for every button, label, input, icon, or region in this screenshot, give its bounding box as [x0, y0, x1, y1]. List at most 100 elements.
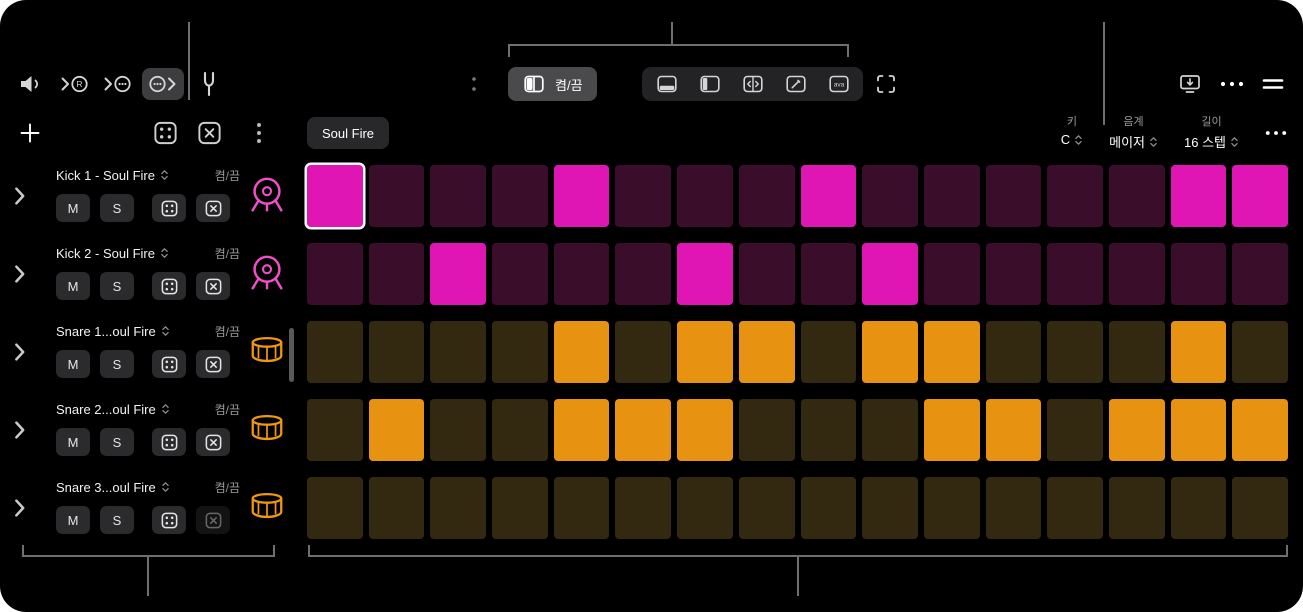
step-cell-6[interactable] — [615, 243, 671, 305]
clear-row-button[interactable] — [196, 506, 230, 534]
randomize-row-button[interactable] — [152, 506, 186, 534]
step-cell-11[interactable] — [924, 165, 980, 227]
randomize-all-button[interactable] — [152, 120, 179, 147]
randomize-row-button[interactable] — [152, 272, 186, 300]
mute-button[interactable]: M — [56, 272, 90, 300]
step-cell-3[interactable] — [430, 321, 486, 383]
step-cell-6[interactable] — [615, 477, 671, 539]
step-cell-8[interactable] — [739, 399, 795, 461]
step-cell-1[interactable] — [307, 165, 363, 227]
step-cell-16[interactable] — [1232, 399, 1288, 461]
step-cell-4[interactable] — [492, 399, 548, 461]
step-cell-2[interactable] — [369, 399, 425, 461]
step-cell-12[interactable] — [986, 399, 1042, 461]
step-cell-6[interactable] — [615, 321, 671, 383]
scrollbar-thumb[interactable] — [289, 328, 294, 382]
step-cell-3[interactable] — [430, 243, 486, 305]
step-cell-9[interactable] — [801, 321, 857, 383]
step-cell-8[interactable] — [739, 321, 795, 383]
edit-button[interactable] — [774, 67, 817, 101]
step-cell-10[interactable] — [862, 321, 918, 383]
step-cell-15[interactable] — [1171, 477, 1227, 539]
step-cell-13[interactable] — [1047, 321, 1103, 383]
step-cell-15[interactable] — [1171, 165, 1227, 227]
step-cell-3[interactable] — [430, 477, 486, 539]
step-cell-16[interactable] — [1232, 243, 1288, 305]
input-cycle-button[interactable] — [101, 72, 133, 96]
row-onoff-label[interactable]: 켬/끔 — [215, 401, 240, 418]
track-name[interactable]: Snare 1...oul Fire — [56, 324, 156, 339]
step-cell-7[interactable] — [677, 399, 733, 461]
step-cell-10[interactable] — [862, 477, 918, 539]
mute-button[interactable]: M — [56, 506, 90, 534]
row-onoff-label[interactable]: 켬/끔 — [215, 245, 240, 262]
step-cell-1[interactable] — [307, 399, 363, 461]
step-cell-11[interactable] — [924, 477, 980, 539]
mute-button[interactable]: M — [56, 428, 90, 456]
step-cell-10[interactable] — [862, 243, 918, 305]
step-cell-7[interactable] — [677, 321, 733, 383]
step-cell-12[interactable] — [986, 477, 1042, 539]
disclosure-chevron-icon[interactable] — [13, 342, 26, 363]
step-cell-6[interactable] — [615, 399, 671, 461]
left-panel-button[interactable] — [688, 67, 731, 101]
resize-panels-button[interactable] — [731, 67, 774, 101]
disclosure-chevron-icon[interactable] — [13, 498, 26, 519]
display-output-button[interactable] — [1178, 72, 1202, 96]
toolbar-more-button[interactable] — [1220, 81, 1244, 87]
clear-row-button[interactable] — [196, 194, 230, 222]
step-cell-12[interactable] — [986, 165, 1042, 227]
clear-row-button[interactable] — [196, 350, 230, 378]
disclosure-chevron-icon[interactable] — [13, 420, 26, 441]
length-setting[interactable]: 길이 16 스텝 — [1184, 113, 1239, 151]
step-cell-13[interactable] — [1047, 477, 1103, 539]
key-setting[interactable]: 키 C — [1061, 113, 1083, 147]
record-cycle-button[interactable]: R — [58, 72, 90, 96]
solo-button[interactable]: S — [100, 194, 134, 222]
step-cell-4[interactable] — [492, 321, 548, 383]
mute-button[interactable]: M — [56, 350, 90, 378]
step-cell-1[interactable] — [307, 321, 363, 383]
step-cell-12[interactable] — [986, 243, 1042, 305]
step-cell-12[interactable] — [986, 321, 1042, 383]
track-name[interactable]: Kick 2 - Soul Fire — [56, 246, 155, 261]
solo-button[interactable]: S — [100, 428, 134, 456]
solo-button[interactable]: S — [100, 272, 134, 300]
clear-all-button[interactable] — [196, 120, 223, 147]
step-cell-9[interactable] — [801, 399, 857, 461]
add-row-button[interactable] — [18, 121, 42, 145]
toolbar-separator-handle[interactable] — [471, 74, 477, 94]
step-cell-2[interactable] — [369, 165, 425, 227]
step-cell-7[interactable] — [677, 243, 733, 305]
marquee-button[interactable] — [874, 72, 898, 96]
step-cell-13[interactable] — [1047, 243, 1103, 305]
step-cell-4[interactable] — [492, 243, 548, 305]
step-cell-15[interactable] — [1171, 243, 1227, 305]
step-cell-5[interactable] — [554, 399, 610, 461]
solo-button[interactable]: S — [100, 506, 134, 534]
pattern-name-button[interactable]: Soul Fire — [307, 117, 389, 149]
ava-view-button[interactable]: ava — [817, 67, 860, 101]
clear-row-button[interactable] — [196, 272, 230, 300]
step-cell-4[interactable] — [492, 165, 548, 227]
pattern-onoff-toggle-button[interactable]: 켬/끔 — [508, 67, 597, 101]
step-cell-7[interactable] — [677, 477, 733, 539]
step-cell-10[interactable] — [862, 399, 918, 461]
step-cell-3[interactable] — [430, 399, 486, 461]
step-cell-5[interactable] — [554, 477, 610, 539]
step-cell-11[interactable] — [924, 321, 980, 383]
randomize-row-button[interactable] — [152, 350, 186, 378]
step-cell-14[interactable] — [1109, 165, 1165, 227]
step-cell-8[interactable] — [739, 165, 795, 227]
step-cell-13[interactable] — [1047, 399, 1103, 461]
step-cell-15[interactable] — [1171, 399, 1227, 461]
step-cell-11[interactable] — [924, 399, 980, 461]
track-name[interactable]: Snare 2...oul Fire — [56, 402, 156, 417]
bottom-panel-button[interactable] — [645, 67, 688, 101]
mute-button[interactable]: M — [56, 194, 90, 222]
step-cell-2[interactable] — [369, 321, 425, 383]
randomize-row-button[interactable] — [152, 194, 186, 222]
output-cycle-button[interactable] — [142, 68, 184, 100]
tuner-button[interactable] — [197, 70, 221, 98]
volume-button[interactable] — [18, 73, 44, 95]
